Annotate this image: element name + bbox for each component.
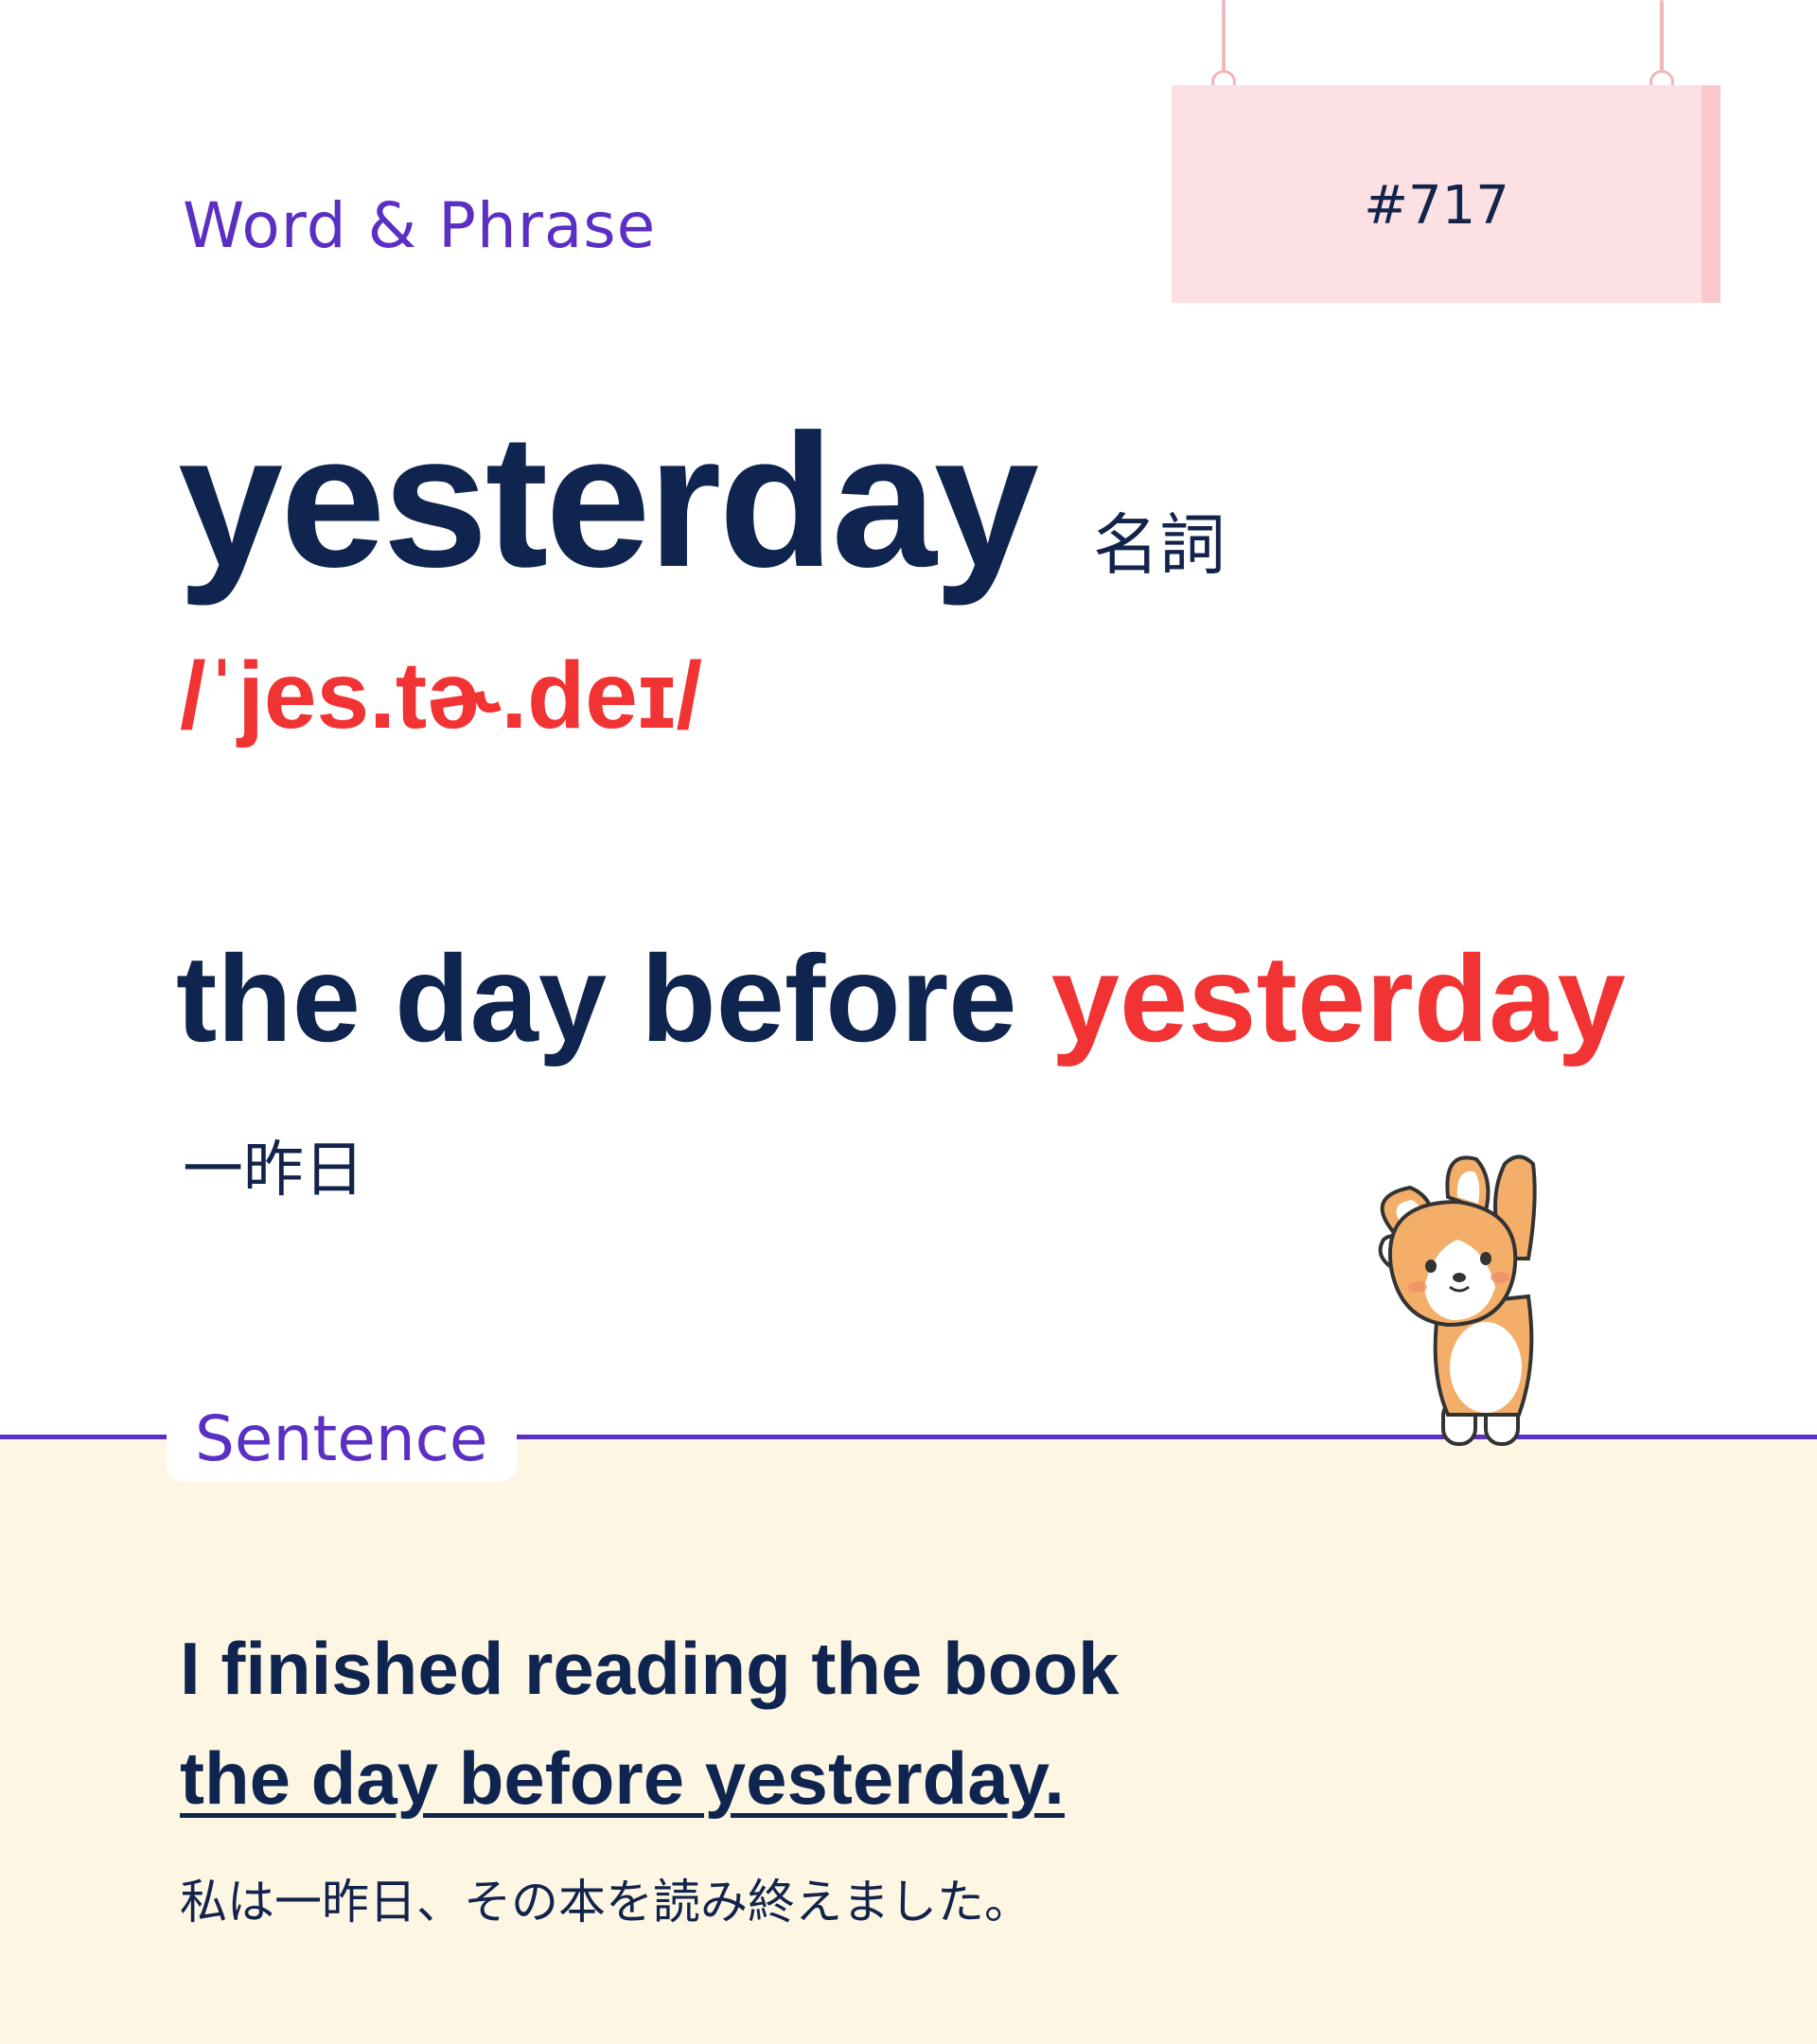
phrase-translation: 一昨日 (183, 1136, 364, 1206)
sentence-label: Sentence (195, 1402, 488, 1475)
phrase-prefix: the day before (176, 929, 1051, 1067)
sign-string-left (1222, 0, 1226, 74)
sign-board: #717 (1172, 85, 1720, 303)
number-sign: #717 (1172, 0, 1720, 303)
sign-string-right (1660, 0, 1664, 74)
sentence-tag: Sentence (167, 1399, 517, 1482)
phrase-highlight: yesterday (1050, 929, 1626, 1067)
pronunciation: /ˈjes.tɚ.deɪ/ (180, 643, 703, 749)
category-label: Word & Phrase (183, 189, 657, 262)
entry-number: #717 (1364, 175, 1509, 237)
sentence-line-1: I finished reading the book (180, 1627, 1120, 1710)
example-phrase: the day before yesterday (176, 937, 1626, 1060)
sentence-line-2: the day before yesterday. (180, 1736, 1065, 1820)
headword: yesterday (178, 396, 1039, 607)
sentence-translation: 私は一昨日、その本を読み終えました。 (180, 1875, 1032, 1929)
part-of-speech: 名詞 (1093, 506, 1226, 584)
corgi-dog-illustration (1378, 1154, 1537, 1446)
